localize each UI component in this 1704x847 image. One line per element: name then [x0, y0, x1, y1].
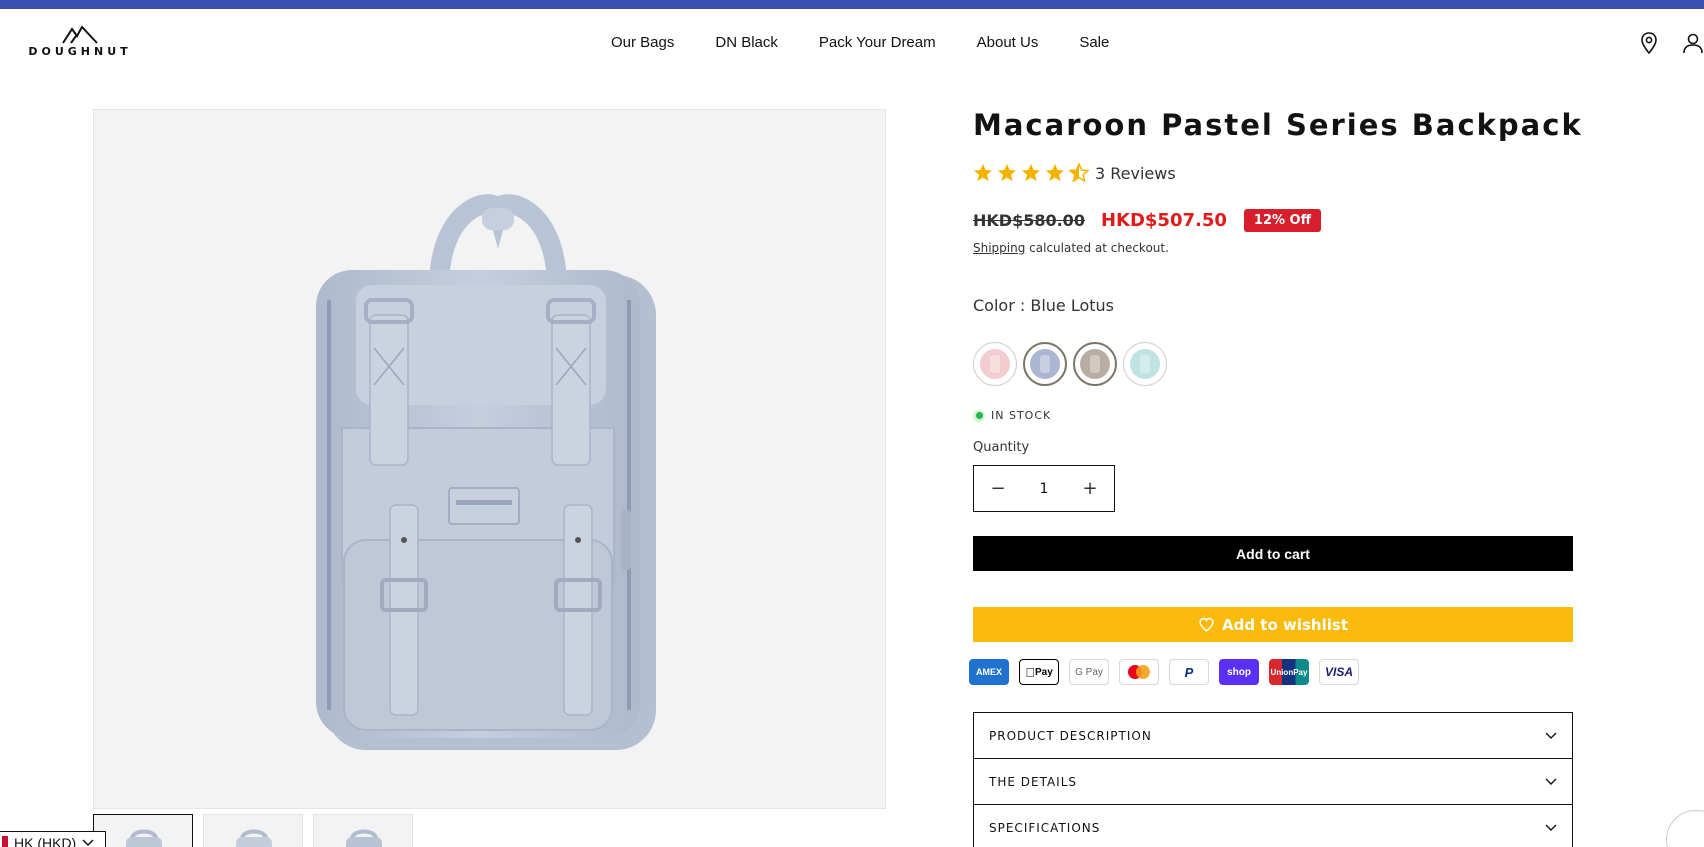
add-to-wishlist-button[interactable]: Add to wishlist	[973, 607, 1573, 642]
locale-selector[interactable]: HK (HKD)	[0, 831, 106, 847]
backpack-thumb-icon	[346, 829, 382, 847]
discount-badge: 12% Off	[1243, 209, 1322, 232]
reviews-link[interactable]: 3 Reviews	[1095, 164, 1176, 183]
price-row: HKD$580.00 HKD$507.50 12% Off	[973, 209, 1322, 232]
increase-quantity-button[interactable]: +	[1080, 478, 1100, 499]
backpack-thumb-icon	[126, 829, 162, 847]
visa-icon: VISA	[1319, 659, 1359, 685]
google-pay-icon: G Pay	[1069, 659, 1109, 685]
thumbnail-strip	[93, 814, 413, 847]
chevron-down-icon	[1545, 824, 1557, 831]
quantity-label: Quantity	[973, 440, 1030, 455]
swatch-blue-lotus[interactable]	[1023, 342, 1067, 386]
product-title: Macaroon Pastel Series Backpack	[973, 108, 1583, 142]
chevron-down-icon	[82, 839, 94, 847]
star-half-icon	[1069, 163, 1089, 183]
star-full-icon	[998, 164, 1016, 181]
star-rating	[973, 163, 1089, 183]
shop-pay-icon: shop	[1219, 659, 1259, 685]
nav-our-bags[interactable]: Our Bags	[611, 34, 674, 51]
locale-label: HK (HKD)	[14, 835, 77, 847]
mastercard-icon	[1119, 659, 1159, 685]
wishlist-label: Add to wishlist	[1222, 615, 1348, 634]
nav-sale[interactable]: Sale	[1079, 34, 1109, 51]
brand-logo[interactable]: DOUGHNUT	[24, 24, 136, 64]
accordion-specifications[interactable]: SPECIFICATIONS	[973, 804, 1573, 847]
rating-row[interactable]: 3 Reviews	[973, 163, 1176, 183]
location-pin-icon[interactable]	[1636, 30, 1662, 56]
unionpay-icon: UnionPay	[1269, 659, 1309, 685]
account-icon[interactable]	[1680, 30, 1704, 56]
star-full-icon	[1046, 164, 1064, 181]
backpack-thumb-icon	[236, 829, 272, 847]
star-full-icon	[974, 164, 992, 181]
nav-dn-black[interactable]: DN Black	[715, 34, 778, 51]
announcement-bar	[0, 0, 1704, 9]
stock-status: IN STOCK	[973, 409, 1051, 422]
main-nav: Our Bags DN Black Pack Your Dream About …	[611, 34, 1150, 51]
mountain-logo-icon	[62, 25, 98, 44]
mastercard-circles-icon	[1128, 665, 1150, 679]
swatch-pink[interactable]	[973, 342, 1017, 386]
color-label: Color : Blue Lotus	[973, 296, 1114, 315]
product-main-image[interactable]	[93, 109, 886, 809]
sale-price: HKD$507.50	[1100, 210, 1227, 231]
thumbnail-2[interactable]	[203, 814, 303, 847]
accordion-title: THE DETAILS	[989, 774, 1078, 789]
amex-icon: AMEX	[969, 659, 1009, 685]
nav-pack-your-dream[interactable]: Pack Your Dream	[819, 34, 936, 51]
logo-text: DOUGHNUT	[28, 45, 132, 58]
paypal-icon: P	[1169, 659, 1209, 685]
color-swatches	[973, 342, 1167, 386]
apple-pay-icon: Pay	[1019, 659, 1059, 685]
hk-flag-icon	[2, 836, 8, 847]
chat-widget-button[interactable]	[1666, 810, 1704, 847]
stock-label: IN STOCK	[991, 409, 1052, 422]
add-to-cart-button[interactable]: Add to cart	[973, 536, 1573, 571]
thumbnail-3[interactable]	[313, 814, 413, 847]
in-stock-dot-icon	[973, 409, 985, 422]
chevron-down-icon	[1545, 732, 1557, 739]
accordion-title: PRODUCT DESCRIPTION	[989, 728, 1152, 743]
swatch-mint[interactable]	[1123, 342, 1167, 386]
swatch-taupe[interactable]	[1073, 342, 1117, 386]
star-full-icon	[1022, 164, 1040, 181]
thumbnail-1[interactable]	[93, 814, 193, 847]
accordion-product-description[interactable]: PRODUCT DESCRIPTION	[973, 712, 1573, 759]
accordion-the-details[interactable]: THE DETAILS	[973, 758, 1573, 805]
shipping-text: calculated at checkout.	[1025, 241, 1169, 255]
heart-icon	[1199, 617, 1214, 632]
backpack-image	[316, 194, 656, 750]
chevron-down-icon	[1545, 778, 1557, 785]
original-price: HKD$580.00	[973, 211, 1085, 230]
quantity-input[interactable]: 1	[1040, 481, 1049, 497]
shipping-note: Shipping calculated at checkout.	[973, 241, 1169, 255]
accordion-title: SPECIFICATIONS	[989, 820, 1101, 835]
decrease-quantity-button[interactable]: −	[988, 478, 1008, 499]
shipping-link[interactable]: Shipping	[973, 241, 1025, 255]
payment-methods: AMEX Pay G Pay P shop UnionPay VISA	[969, 659, 1359, 685]
quantity-stepper: − 1 +	[973, 465, 1115, 512]
nav-about-us[interactable]: About Us	[977, 34, 1039, 51]
